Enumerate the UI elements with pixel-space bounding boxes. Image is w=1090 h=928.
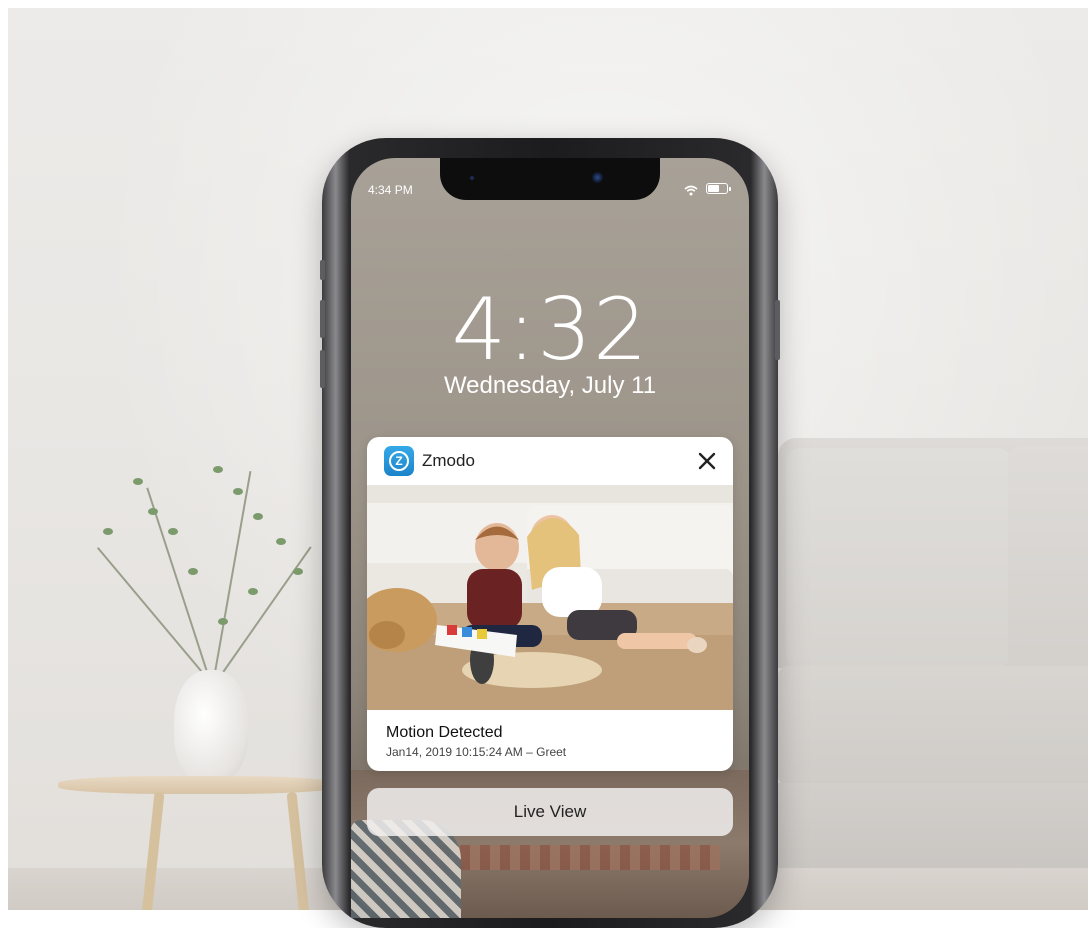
notification-app-name: Zmodo [422,451,475,470]
motion-snapshot-image[interactable] [367,485,733,710]
plant-leaf [103,528,113,535]
plant-leaf [168,528,178,535]
front-camera [592,172,603,183]
sofa-cushion [786,448,1011,668]
sofa-base [778,783,1088,873]
plant-leaf [248,588,258,595]
lock-screen-time: 4:32 [451,280,649,380]
status-icons [684,183,731,196]
notification-header: Z Zmodo [367,437,733,485]
lock-screen-date: Wednesday, July 11 [443,372,657,399]
plant-leaf [213,466,223,473]
phone-side-button [320,300,325,338]
zmodo-app-icon: Z [384,446,414,476]
phone-side-button [775,300,780,360]
plant-leaf [148,508,158,515]
live-view-button[interactable]: Live View [367,788,733,836]
battery-icon [706,183,731,194]
close-icon[interactable] [695,449,719,473]
sofa-cushion [1008,446,1088,671]
wifi-icon [684,183,698,196]
notification-card[interactable]: Z Zmodo Motion Detected Jan14, 2019 10:1… [367,437,733,771]
vase [174,670,248,782]
side-table [58,776,338,794]
plant-leaf [293,568,303,575]
app-icon-letter: Z [389,451,409,471]
plant-leaf [233,488,243,495]
sofa-seat [778,666,1088,786]
sensor [470,176,474,180]
plant-leaf [218,618,228,625]
plant-leaf [276,538,286,545]
plant-leaf [188,568,198,575]
notification-subtitle: Jan14, 2019 10:15:24 AM – Greet [386,745,567,759]
status-bar-time: 4:34 PM [368,183,413,197]
phone-side-button [320,350,325,388]
plant-leaf [253,513,263,520]
phone-side-button [320,260,325,280]
plant-leaf [133,478,143,485]
notification-title: Motion Detected [386,724,503,741]
